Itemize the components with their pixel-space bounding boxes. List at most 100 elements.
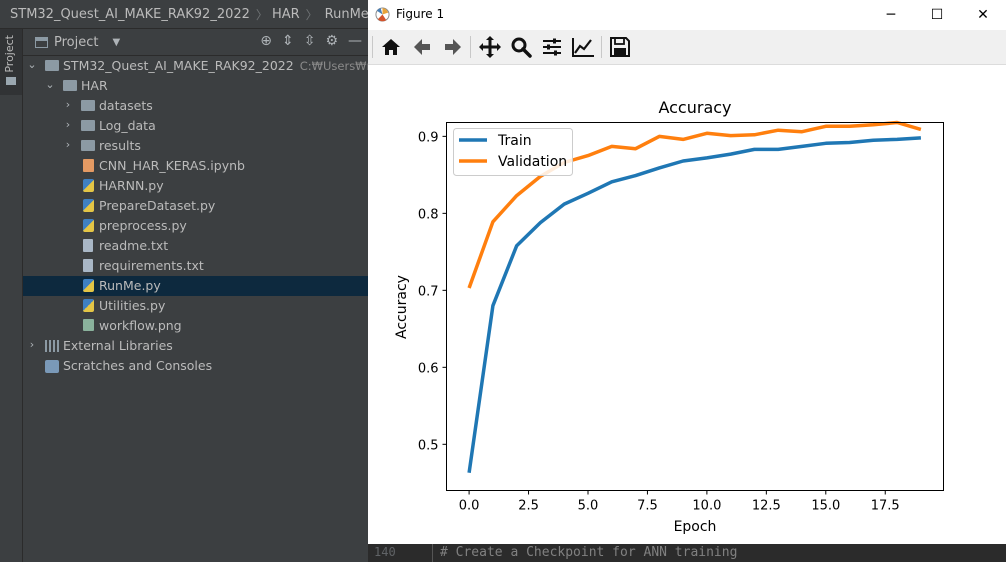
library-icon (45, 340, 59, 352)
home-button[interactable] (378, 34, 404, 60)
chevron-right-icon[interactable]: › (27, 338, 37, 351)
chevron-right-icon[interactable]: › (63, 118, 73, 131)
hide-panel-icon[interactable]: — (348, 33, 362, 49)
tree-item-file[interactable]: requirements.txt (23, 256, 368, 276)
pan-button[interactable] (477, 34, 503, 60)
legend-label-validation: Validation (498, 154, 567, 170)
scratches-icon (45, 360, 59, 373)
tree-item-label: requirements.txt (99, 258, 204, 273)
locate-icon[interactable]: ⊕ (260, 33, 272, 49)
tree-item-label: PrepareDataset.py (99, 198, 216, 213)
tree-item-label: STM32_Quest_AI_MAKE_RAK92_2022 (63, 58, 294, 73)
x-axis-label: Epoch (674, 519, 717, 535)
tree-item-label: Scratches and Consoles (63, 358, 213, 373)
tree-item-label: Log_data (99, 118, 156, 133)
x-tick-label: 12.5 (752, 499, 781, 514)
image-file-icon (83, 319, 94, 331)
configure-subplots-icon (543, 38, 561, 56)
x-tick-label: 10.0 (692, 499, 721, 514)
chevron-down-icon[interactable]: ⌄ (27, 58, 37, 71)
save-icon (610, 37, 630, 57)
tree-item-scratches[interactable]: Scratches and Consoles (23, 356, 368, 376)
zoom-button[interactable] (508, 34, 534, 60)
chevron-right-icon: 〉 (305, 7, 318, 22)
chevron-right-icon[interactable]: › (63, 98, 73, 111)
expand-all-icon[interactable]: ⇕ (282, 33, 294, 49)
folder-icon (81, 140, 95, 151)
collapse-all-icon[interactable]: ⇳ (304, 33, 316, 49)
x-tick-label: 17.5 (871, 499, 900, 514)
y-tick-label: 0.6 (418, 361, 439, 376)
figure-titlebar[interactable]: Figure 1 ─ ☐ ✕ (368, 0, 1006, 30)
project-panel-title[interactable]: Project (54, 35, 98, 50)
tree-item-label: External Libraries (63, 338, 173, 353)
tree-item-label: CNN_HAR_KERAS.ipynb (99, 158, 245, 173)
tree-item-log-data[interactable]: › Log_data (23, 116, 368, 136)
tree-item-path-hint: C:₩Users₩rhjo₩ (299, 59, 368, 73)
save-button[interactable] (607, 34, 633, 60)
breadcrumb-file[interactable]: RunMe.py (325, 7, 368, 22)
close-icon[interactable]: ✕ (960, 0, 1006, 30)
tree-item-file[interactable]: CNN_HAR_KERAS.ipynb (23, 156, 368, 176)
pan-icon (479, 36, 501, 58)
x-tick-label: 7.5 (637, 499, 658, 514)
chevron-right-icon: 〉 (255, 7, 268, 22)
x-tick-label: 2.5 (518, 499, 539, 514)
tree-item-file[interactable]: PrepareDataset.py (23, 196, 368, 216)
y-tick-label: 0.9 (418, 130, 439, 145)
tree-item-label: HAR (81, 78, 108, 93)
x-tick-label: 0.0 (459, 499, 480, 514)
tree-item-label: RunMe.py (99, 278, 161, 293)
toolbar-separator (601, 36, 602, 58)
tree-item-file[interactable]: HARNN.py (23, 176, 368, 196)
legend-label-train: Train (497, 133, 532, 149)
maximize-icon[interactable]: ☐ (914, 0, 960, 30)
tree-item-external-libraries[interactable]: › External Libraries (23, 336, 368, 356)
folder-icon (6, 77, 16, 85)
edit-axis-button[interactable] (570, 34, 596, 60)
breadcrumb-folder[interactable]: HAR (272, 7, 300, 22)
minimize-icon[interactable]: ─ (868, 0, 914, 30)
x-tick-label: 15.0 (811, 499, 840, 514)
figure-window: Figure 1 ─ ☐ ✕ 0.0 2.5 5.0 7.5 10.0 12.5… (368, 0, 1006, 544)
tree-item-file[interactable]: Utilities.py (23, 296, 368, 316)
tree-item-label: readme.txt (99, 238, 169, 253)
chevron-right-icon[interactable]: › (63, 138, 73, 151)
tree-item-file-selected[interactable]: RunMe.py (23, 276, 368, 296)
chevron-down-icon[interactable]: ⌄ (45, 78, 55, 91)
y-tick-label: 0.5 (418, 438, 439, 453)
tree-item-file[interactable]: preprocess.py (23, 216, 368, 236)
y-tick-label: 0.7 (418, 284, 439, 299)
forward-icon (445, 39, 461, 55)
code-line[interactable]: # Create a Checkpoint for ANN training (440, 545, 737, 560)
tree-item-file[interactable]: readme.txt (23, 236, 368, 256)
tree-item-label: results (99, 138, 141, 153)
gear-icon[interactable]: ⚙ (325, 33, 338, 49)
forward-button[interactable] (440, 34, 466, 60)
project-icon (35, 36, 48, 48)
project-panel-header: Project ▼ ⊕ ⇕ ⇳ ⚙ — (23, 29, 368, 56)
project-tool-tab[interactable]: Project (0, 29, 22, 95)
tree-item-datasets[interactable]: › datasets (23, 96, 368, 116)
tree-item-label: Utilities.py (99, 298, 166, 313)
accuracy-chart: 0.0 2.5 5.0 7.5 10.0 12.5 15.0 17.5 0.5 0.6 0.7 0.8… (394, 98, 944, 535)
plot-area-background (446, 122, 944, 491)
back-button[interactable] (409, 34, 435, 60)
python-file-icon (83, 199, 94, 212)
code-editor[interactable]: 140 # Create a Checkpoint for ANN traini… (368, 544, 1006, 562)
breadcrumb-project[interactable]: STM32_Quest_AI_MAKE_RAK92_2022 (0, 7, 250, 22)
tree-item-file[interactable]: workflow.png (23, 316, 368, 336)
tree-item-har[interactable]: ⌄ HAR (23, 76, 368, 96)
legend: Train Validation (453, 128, 573, 176)
home-icon (382, 39, 400, 55)
chart-title: Accuracy (658, 98, 731, 117)
text-file-icon (83, 259, 93, 272)
tree-item-root[interactable]: ⌄ STM32_Quest_AI_MAKE_RAK92_2022 C:₩Users… (23, 56, 368, 76)
python-file-icon (83, 179, 94, 192)
chevron-down-icon[interactable]: ▼ (112, 37, 120, 48)
tree-item-label: datasets (99, 98, 153, 113)
tree-item-results[interactable]: › results (23, 136, 368, 156)
configure-subplots-button[interactable] (539, 34, 565, 60)
back-icon (414, 39, 430, 55)
toolbar-grip (372, 36, 373, 58)
